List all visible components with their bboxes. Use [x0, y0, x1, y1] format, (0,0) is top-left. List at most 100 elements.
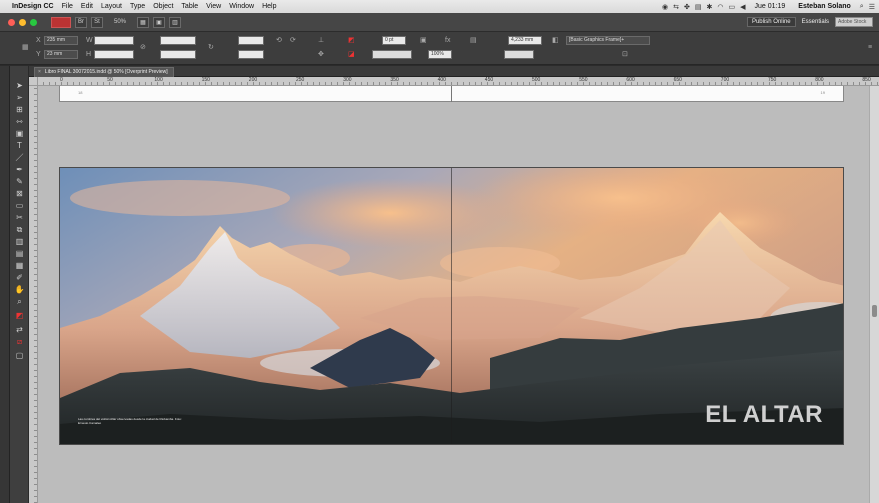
close-window-button[interactable] [8, 18, 15, 26]
wifi-icon[interactable]: ◠ [717, 3, 723, 11]
eyedropper-tool-icon[interactable]: ✐ [10, 272, 29, 283]
reference-point-icon[interactable]: ▦ [22, 43, 29, 52]
photo-spread[interactable]: Las cumbres del volcán Altar observadas … [59, 167, 844, 445]
stock-icon[interactable]: St [91, 16, 103, 28]
apply-none-icon[interactable]: ⧄ [10, 336, 29, 347]
screen-mode-icon[interactable]: ▣ [153, 16, 165, 28]
type-tool-icon[interactable]: T [10, 140, 29, 151]
auto-fit-icon[interactable]: ⊡ [622, 50, 628, 59]
pencil-tool-icon[interactable]: ✎ [10, 176, 29, 187]
creative-cloud-icon[interactable]: ◉ [662, 3, 668, 11]
shear-field[interactable] [238, 50, 264, 59]
view-options-icon[interactable]: ▦ [137, 16, 149, 28]
flip-horizontal-icon[interactable]: ⟲ [276, 36, 282, 45]
menu-object[interactable]: Object [149, 3, 177, 10]
menu-table[interactable]: Table [177, 3, 202, 10]
screen-mode-icon[interactable]: ▢ [10, 350, 29, 361]
panel-menu-icon[interactable]: ≡ [868, 43, 872, 52]
effects-icon[interactable]: fx [445, 36, 450, 45]
ruler-tick-label: 150 [201, 77, 210, 83]
stroke-type-dropdown[interactable] [372, 50, 412, 59]
volume-icon[interactable]: ◀ [740, 3, 745, 11]
x-position-field[interactable]: 235 mm [44, 36, 78, 45]
previous-spread[interactable]: 18 19 [59, 86, 844, 102]
arrange-documents-icon[interactable]: ▥ [169, 16, 181, 28]
page-tool-icon[interactable]: ⊞ [10, 104, 29, 115]
scissors-tool-icon[interactable]: ✂ [10, 212, 29, 223]
bluetooth-icon[interactable]: ✱ [707, 3, 713, 11]
rectangle-tool-icon[interactable]: ▭ [10, 200, 29, 211]
menu-edit[interactable]: Edit [77, 3, 97, 10]
spread-title[interactable]: EL ALTAR [705, 401, 823, 429]
scrollbar-thumb[interactable] [872, 305, 877, 317]
frame-fitting-icon[interactable]: ▣ [420, 36, 427, 45]
zoom-window-button[interactable] [30, 18, 37, 26]
spotlight-search-icon[interactable]: ⌕ [860, 3, 864, 11]
y-position-field[interactable]: 23 mm [44, 50, 78, 59]
ruler-origin[interactable] [29, 77, 38, 86]
gradient-swatch-tool-icon[interactable]: ▥ [10, 236, 29, 247]
stroke-swatch-icon[interactable]: ◪ [348, 50, 355, 59]
object-style-icon[interactable]: ◧ [552, 36, 559, 45]
workspace-switcher[interactable]: Essentials [802, 19, 829, 25]
free-transform-tool-icon[interactable]: ⧉ [10, 224, 29, 235]
minimize-window-button[interactable] [19, 18, 26, 26]
select-next-object-icon[interactable]: ✥ [318, 50, 324, 59]
constrain-proportions-icon[interactable]: ⊘ [140, 43, 146, 52]
user-name[interactable]: Esteban Solano [794, 3, 855, 10]
corner-options-dropdown[interactable] [504, 50, 534, 59]
menu-type[interactable]: Type [126, 3, 149, 10]
rotation-field[interactable] [238, 36, 264, 45]
photo-caption[interactable]: Las cumbres del volcán Altar observadas … [78, 417, 188, 425]
extension-icon[interactable]: ✤ [684, 3, 690, 11]
hand-tool-icon[interactable]: ✋ [10, 284, 29, 295]
menu-help[interactable]: Help [258, 3, 280, 10]
pasteboard[interactable]: 18 19 Las cumbres del volcán Altar obser… [38, 86, 869, 503]
fill-stroke-swatch-icon[interactable]: ◩ [10, 310, 29, 321]
document-tab[interactable]: × Libro FINAL 30072015.indd @ 50% [Overpr… [34, 67, 174, 77]
wrap-icon[interactable]: ▤ [470, 36, 477, 45]
object-style-dropdown[interactable]: [Basic Graphics Frame]+ [566, 36, 650, 45]
gap-field[interactable]: 4,233 mm [508, 36, 542, 45]
clock[interactable]: Jue 01:19 [751, 3, 790, 10]
scale-y-field[interactable] [160, 50, 196, 59]
sync-icon[interactable]: ⇆ [673, 3, 679, 11]
menu-window[interactable]: Window [225, 3, 258, 10]
width-field[interactable] [94, 36, 134, 45]
height-field[interactable] [94, 50, 134, 59]
notification-list-icon[interactable]: ☰ [869, 3, 875, 11]
swap-fill-stroke-icon[interactable]: ⇄ [10, 324, 29, 335]
flip-vertical-icon[interactable]: ⟳ [290, 36, 296, 45]
select-container-icon[interactable]: ⊥ [318, 36, 324, 45]
stroke-weight-field[interactable]: 0 pt [382, 36, 406, 45]
close-tab-icon[interactable]: × [38, 69, 41, 75]
selection-tool-icon[interactable]: ➤ [10, 80, 29, 91]
opacity-field[interactable]: 100% [428, 50, 452, 59]
rotate-icon[interactable]: ↻ [208, 43, 214, 52]
app-name-menu[interactable]: InDesign CC [8, 3, 58, 10]
note-tool-icon[interactable]: ▦ [10, 260, 29, 271]
line-tool-icon[interactable]: ／ [10, 152, 29, 163]
airplay-icon[interactable]: ▭ [729, 3, 736, 11]
direct-selection-tool-icon[interactable]: ➢ [10, 92, 29, 103]
menu-layout[interactable]: Layout [97, 3, 126, 10]
publish-online-button[interactable]: Publish Online [746, 17, 796, 27]
printer-icon[interactable]: ▤ [695, 3, 702, 11]
horizontal-ruler[interactable]: 0 50 100 150 200 250 300 350 400 450 500 550 600 650 7… [38, 77, 879, 86]
gradient-feather-tool-icon[interactable]: ▤ [10, 248, 29, 259]
content-collector-icon[interactable]: ▣ [10, 128, 29, 139]
adobe-stock-search[interactable]: Adobe Stock [835, 17, 873, 27]
bridge-icon[interactable]: Br [75, 16, 87, 28]
rectangle-frame-tool-icon[interactable]: ⊠ [10, 188, 29, 199]
menu-file[interactable]: File [58, 3, 77, 10]
vertical-ruler[interactable] [29, 77, 38, 503]
gap-tool-icon[interactable]: ⇿ [10, 116, 29, 127]
zoom-level-dropdown[interactable]: 50% [107, 17, 133, 28]
zoom-tool-icon[interactable]: ⌕ [10, 296, 29, 307]
scale-x-field[interactable] [160, 36, 196, 45]
fill-swatch-icon[interactable]: ◩ [348, 36, 355, 45]
pen-tool-icon[interactable]: ✒ [10, 164, 29, 175]
ruler-tick-label: 100 [154, 77, 163, 83]
menu-view[interactable]: View [202, 3, 225, 10]
vertical-scrollbar[interactable] [869, 86, 879, 503]
